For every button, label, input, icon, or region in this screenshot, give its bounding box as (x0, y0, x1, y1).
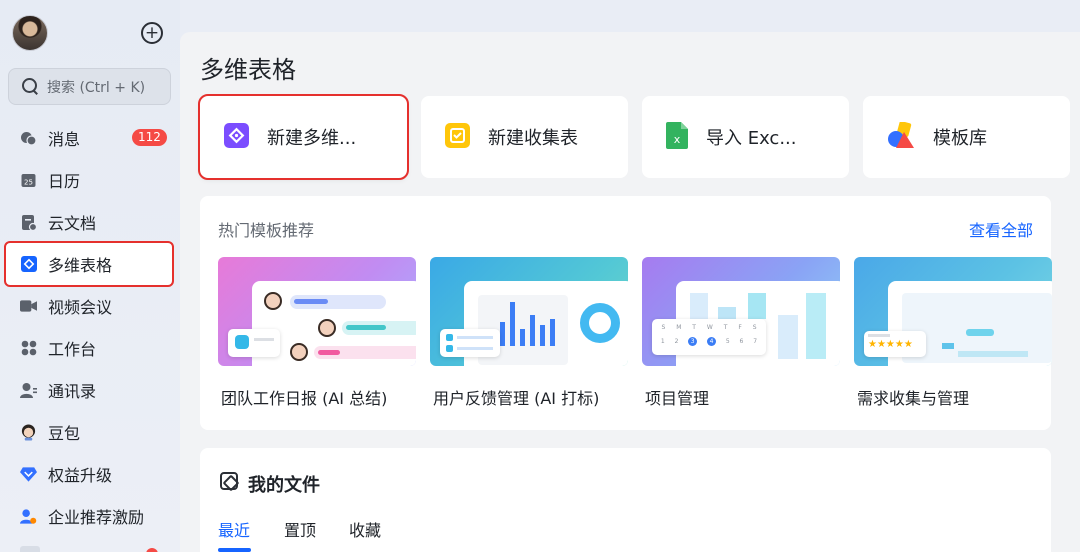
base-table-icon (20, 256, 37, 273)
hot-templates-section: 热门模板推荐 查看全部 团队工作日报 (AI 总结) 用户反馈管理 (AI 打标… (200, 196, 1052, 430)
action-label: 新建收集表 (488, 128, 578, 149)
template-card-daily-report[interactable]: 团队工作日报 (AI 总结) (218, 257, 416, 408)
chat-bubbles-icon (20, 130, 37, 147)
notification-dot (146, 548, 158, 552)
tab-recent[interactable]: 最近 (218, 517, 250, 541)
template-name: 项目管理 (645, 389, 710, 408)
doubao-avatar-icon (20, 424, 37, 441)
diamond-icon (20, 466, 37, 483)
new-form-button[interactable]: 新建收集表 (421, 96, 628, 178)
action-label: 导入 Exc... (706, 128, 797, 149)
sidebar-item-label: 多维表格 (48, 256, 113, 275)
template-library-button[interactable]: 模板库 (863, 96, 1070, 178)
template-card-feedback[interactable]: 用户反馈管理 (AI 打标) (430, 257, 628, 408)
sidebar-item-docs[interactable]: 云文档 (0, 201, 180, 243)
excel-icon: x (666, 121, 688, 153)
quick-actions: 新建多维... 新建收集表 x 导入 Exc... 模板库 (198, 94, 1076, 180)
video-camera-icon (20, 298, 37, 315)
template-thumbnail: SMTWTFS 1234567 (642, 257, 840, 366)
sidebar: + 搜索 (Ctrl + K) 消息 112 25 日历 云文档 多维表格 视频… (0, 0, 180, 552)
unread-badge: 112 (132, 129, 167, 146)
tab-pinned[interactable]: 置顶 (284, 517, 316, 541)
main-panel: 多维表格 新建多维... 新建收集表 x 导入 Exc... 模板库 热门模板推… (180, 32, 1080, 552)
view-all-link[interactable]: 查看全部 (969, 217, 1033, 241)
sidebar-item-upgrade[interactable]: 权益升级 (0, 453, 180, 495)
action-label: 新建多维... (267, 128, 357, 149)
new-base-button[interactable]: 新建多维... (198, 94, 409, 180)
new-base-icon (224, 122, 249, 152)
sidebar-item-label: 豆包 (48, 424, 81, 443)
tab-favorites[interactable]: 收藏 (349, 517, 381, 541)
avatar[interactable] (12, 15, 48, 51)
my-files-section: 我的文件 最近 置顶 收藏 (200, 448, 1051, 552)
star-rating: ★★★★★ (868, 339, 913, 350)
section-title: 热门模板推荐 (218, 221, 315, 240)
sidebar-next-item-icon (20, 546, 40, 552)
add-button[interactable]: + (141, 22, 163, 44)
sidebar-item-base[interactable]: 多维表格 (4, 241, 174, 287)
calendar-day: 25 (24, 178, 33, 186)
cloud-doc-icon (20, 214, 37, 231)
sidebar-item-calendar[interactable]: 25 日历 (0, 159, 180, 201)
sidebar-item-label: 消息 (48, 130, 81, 149)
template-card-project[interactable]: SMTWTFS 1234567 项目管理 (642, 257, 840, 408)
sidebar-item-workplace[interactable]: 工作台 (0, 327, 180, 369)
search-input[interactable]: 搜索 (Ctrl + K) (8, 68, 171, 105)
template-card-requirements[interactable]: ★★★★★ 需求收集与管理 (854, 257, 1052, 408)
page-title: 多维表格 (200, 56, 296, 84)
sidebar-item-messages[interactable]: 消息 112 (0, 117, 180, 159)
template-thumbnail (218, 257, 416, 366)
template-name: 需求收集与管理 (857, 389, 970, 408)
sidebar-item-doubao[interactable]: 豆包 (0, 411, 180, 453)
sidebar-item-contacts[interactable]: 通讯录 (0, 369, 180, 411)
search-icon (22, 78, 39, 95)
new-form-icon (445, 122, 470, 152)
section-title: 我的文件 (248, 475, 320, 496)
template-thumbnail: ★★★★★ (854, 257, 1052, 366)
sidebar-item-label: 通讯录 (48, 382, 97, 401)
sidebar-item-label: 日历 (48, 172, 81, 191)
action-label: 模板库 (933, 128, 987, 149)
sidebar-item-referral[interactable]: 企业推荐激励 (0, 495, 180, 537)
contacts-icon (20, 382, 37, 399)
workplace-grid-icon (20, 340, 37, 357)
search-placeholder: 搜索 (Ctrl + K) (47, 79, 146, 96)
template-library-icon (887, 120, 915, 153)
svg-text:x: x (674, 133, 681, 146)
sidebar-item-label: 权益升级 (48, 466, 113, 485)
mini-calendar: SMTWTFS (661, 324, 757, 331)
template-name: 团队工作日报 (AI 总结) (221, 389, 388, 408)
template-name: 用户反馈管理 (AI 打标) (433, 389, 600, 408)
active-tab-indicator (218, 548, 251, 552)
sidebar-item-label: 工作台 (48, 340, 97, 359)
sidebar-item-label: 视频会议 (48, 298, 113, 317)
sidebar-item-label: 云文档 (48, 214, 97, 233)
sidebar-item-label: 企业推荐激励 (48, 508, 145, 527)
referral-person-icon (20, 508, 37, 525)
calendar-icon: 25 (20, 172, 37, 189)
import-excel-button[interactable]: x 导入 Exc... (642, 96, 849, 178)
sidebar-nav: 消息 112 25 日历 云文档 多维表格 视频会议 工作台 通讯录 豆包 权益… (0, 117, 180, 537)
sidebar-item-meetings[interactable]: 视频会议 (0, 285, 180, 327)
base-file-icon (220, 472, 238, 490)
template-thumbnail (430, 257, 628, 366)
